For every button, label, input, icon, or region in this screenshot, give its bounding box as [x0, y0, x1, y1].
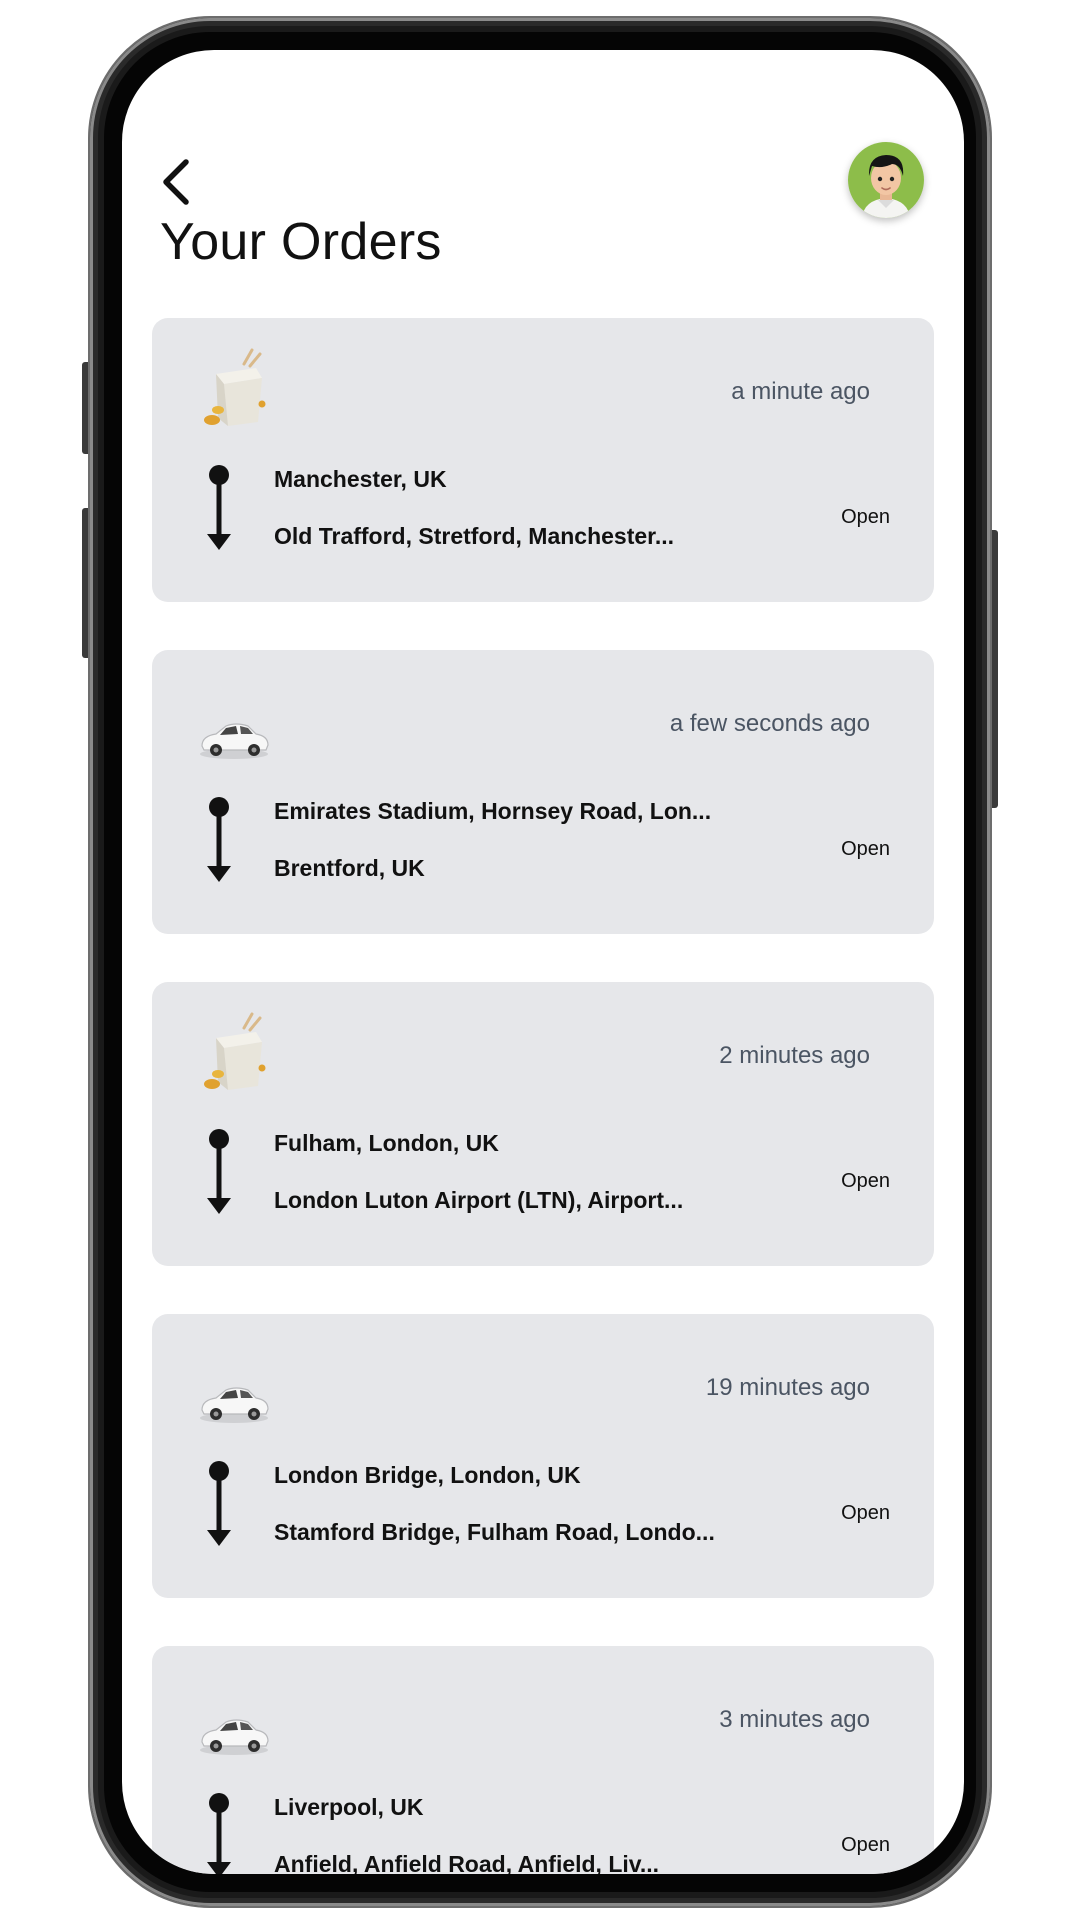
avatar[interactable] [848, 142, 924, 218]
open-order-button[interactable]: Open [841, 506, 890, 529]
order-card[interactable]: a few seconds ago Emirates Stadium, Horn… [152, 650, 934, 934]
dropoff-location: Brentford, UK [274, 855, 425, 881]
user-avatar-icon [848, 142, 924, 218]
order-time: a few seconds ago [669, 710, 870, 737]
food-box-icon [204, 1012, 266, 1090]
order-time: 3 minutes ago [719, 1706, 870, 1733]
dropoff-location: Anfield, Anfield Road, Anfield, Liv... [274, 1851, 660, 1874]
order-time: 19 minutes ago [705, 1374, 870, 1401]
open-order-button[interactable]: Open [841, 1170, 890, 1193]
dropoff-location: Old Trafford, Stretford, Manchester... [274, 523, 675, 549]
route-arrow-icon [207, 797, 231, 882]
page-title: Your Orders [160, 213, 442, 271]
chevron-left-icon [163, 159, 189, 205]
pickup-location: Emirates Stadium, Hornsey Road, Lon... [274, 798, 712, 824]
open-order-button[interactable]: Open [841, 838, 890, 861]
order-card[interactable]: 19 minutes ago London Bridge, London, UK… [152, 1314, 934, 1598]
back-button[interactable] [156, 156, 196, 208]
food-box-icon [204, 348, 266, 426]
open-order-button[interactable]: Open [841, 1834, 890, 1857]
car-icon [200, 1719, 269, 1755]
pickup-location: Fulham, London, UK [274, 1130, 499, 1156]
order-card[interactable]: 3 minutes ago Liverpool, UK Anfield, Anf… [152, 1646, 934, 1874]
orders-list: a minute ago Manchester, UK Old Trafford… [152, 318, 934, 1874]
car-icon [200, 1387, 269, 1423]
route-arrow-icon [207, 1461, 231, 1546]
pickup-location: Liverpool, UK [274, 1794, 424, 1820]
route-arrow-icon [207, 1793, 231, 1874]
app-screen: Your Orders a minute ago Manchester, UK [122, 50, 964, 1874]
route-arrow-icon [207, 1129, 231, 1214]
pickup-location: London Bridge, London, UK [274, 1462, 581, 1488]
pickup-location: Manchester, UK [274, 466, 447, 492]
order-card[interactable]: a minute ago Manchester, UK Old Trafford… [152, 318, 934, 602]
dropoff-location: London Luton Airport (LTN), Airport... [274, 1187, 684, 1213]
car-icon [200, 723, 269, 759]
route-arrow-icon [207, 465, 231, 550]
dropoff-location: Stamford Bridge, Fulham Road, Londo... [274, 1519, 715, 1545]
open-order-button[interactable]: Open [841, 1502, 890, 1525]
order-time: 2 minutes ago [719, 1042, 870, 1069]
order-card[interactable]: 2 minutes ago Fulham, London, UK London … [152, 982, 934, 1266]
order-time: a minute ago [731, 378, 870, 405]
